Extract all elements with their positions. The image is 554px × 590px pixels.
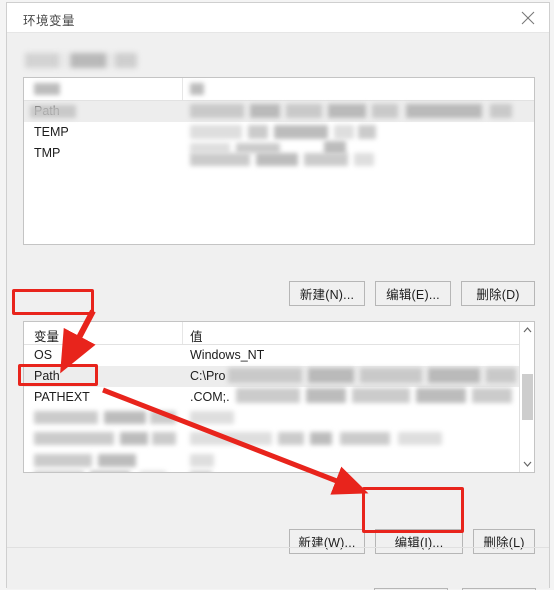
title-bar: 环境变量 — [7, 3, 549, 33]
redacted-bar — [256, 153, 298, 166]
redacted-bar — [90, 471, 130, 472]
variable-name: Path — [34, 369, 60, 383]
edit-user-variable-button[interactable]: 编辑(E)... — [375, 281, 451, 306]
list-item[interactable]: OS Windows_NT — [24, 345, 534, 366]
variable-value: .COM;. — [190, 390, 230, 404]
redacted-bar — [120, 432, 148, 445]
variable-value: C:\Pro — [190, 369, 226, 383]
column-divider — [182, 322, 183, 344]
redacted-bar — [190, 143, 230, 153]
redacted-bar — [34, 432, 114, 445]
redacted-bar — [358, 125, 376, 139]
user-variables-header — [24, 78, 534, 101]
redacted-bar — [250, 104, 280, 118]
redacted-bar — [354, 153, 374, 166]
redacted-bar — [34, 471, 84, 472]
redacted-bar — [308, 368, 354, 383]
redacted-bar — [98, 454, 136, 467]
chevron-up-icon[interactable] — [520, 322, 534, 338]
variable-name: PATHEXT — [34, 390, 90, 404]
redacted-bar — [328, 104, 366, 118]
user-variables-list[interactable]: Path TEMP — [23, 77, 535, 245]
redacted-bar — [34, 411, 98, 424]
list-item[interactable] — [24, 429, 534, 450]
redacted-bar — [274, 125, 328, 139]
redacted-bar — [472, 388, 512, 403]
redacted-bar — [428, 368, 480, 383]
redacted-bar — [140, 471, 166, 472]
new-user-variable-button[interactable]: 新建(N)... — [289, 281, 365, 306]
redacted-bar — [486, 368, 516, 383]
redacted-bar — [406, 104, 482, 118]
redacted-bar — [236, 388, 300, 403]
redacted-bar — [34, 83, 60, 95]
list-item[interactable] — [24, 450, 534, 471]
redacted-bar — [34, 454, 92, 467]
column-divider — [182, 78, 183, 100]
redacted-bar — [190, 153, 250, 166]
redacted-bar — [150, 411, 176, 424]
redacted-bar — [228, 368, 302, 383]
variable-name: TEMP — [34, 125, 69, 139]
environment-variables-dialog: 环境变量 P — [6, 2, 550, 590]
redacted-bar — [190, 411, 234, 424]
redacted-bar — [490, 104, 512, 118]
system-variables-header: 变量 值 — [24, 322, 534, 345]
new-system-variable-button[interactable]: 新建(W)... — [289, 529, 365, 554]
redacted-bar — [190, 83, 204, 95]
redacted-bar — [190, 471, 212, 472]
dialog-body: Path TEMP — [7, 33, 549, 590]
variable-name: OS — [34, 348, 53, 362]
redacted-bar — [286, 104, 322, 118]
redacted-bar — [190, 104, 244, 118]
redacted-bar — [152, 432, 176, 445]
variable-name: TMP — [34, 146, 61, 160]
list-item[interactable]: TEMP — [24, 122, 534, 143]
redacted-bar — [310, 432, 332, 445]
list-item[interactable]: Path — [24, 101, 534, 122]
footer-divider — [7, 547, 549, 548]
window-title: 环境变量 — [23, 14, 76, 28]
scrollbar-thumb[interactable] — [522, 374, 533, 420]
redacted-bar — [306, 388, 346, 403]
close-icon[interactable] — [507, 3, 549, 32]
redacted-bar — [190, 454, 214, 467]
redacted-bar — [190, 125, 242, 139]
system-col-variable: 变量 — [34, 330, 60, 344]
system-col-value: 值 — [190, 330, 203, 344]
redacted-bar — [334, 125, 354, 139]
variable-value: Windows_NT — [190, 348, 265, 362]
list-item[interactable]: TMP — [24, 141, 534, 166]
redacted-bar — [360, 368, 422, 383]
redacted-bar — [30, 105, 76, 118]
delete-system-variable-button[interactable]: 删除(L) — [473, 529, 535, 554]
chevron-down-icon[interactable] — [520, 456, 534, 472]
edit-system-variable-button[interactable]: 编辑(I)... — [375, 529, 463, 554]
system-variables-list[interactable]: 变量 值 OS Windows_NT Path C:\Pro PATHEXT .… — [23, 321, 535, 473]
delete-user-variable-button[interactable]: 删除(D) — [461, 281, 535, 306]
system-list-scrollbar[interactable] — [519, 322, 534, 472]
redacted-bar — [190, 432, 272, 445]
redacted-bar — [340, 432, 390, 445]
user-variables-label-redacted — [25, 53, 137, 68]
redacted-bar — [352, 388, 410, 403]
list-item[interactable] — [24, 471, 534, 472]
screen: 环境变量 P — [0, 0, 554, 590]
redacted-bar — [248, 125, 268, 139]
redacted-bar — [236, 143, 280, 153]
list-item[interactable] — [24, 408, 534, 429]
list-item[interactable]: PATHEXT .COM;. — [24, 387, 534, 408]
redacted-bar — [104, 411, 146, 424]
redacted-bar — [372, 104, 398, 118]
redacted-bar — [416, 388, 466, 403]
redacted-bar — [304, 153, 348, 166]
list-item[interactable]: Path C:\Pro — [24, 366, 534, 387]
redacted-bar — [278, 432, 304, 445]
redacted-bar — [398, 432, 442, 445]
